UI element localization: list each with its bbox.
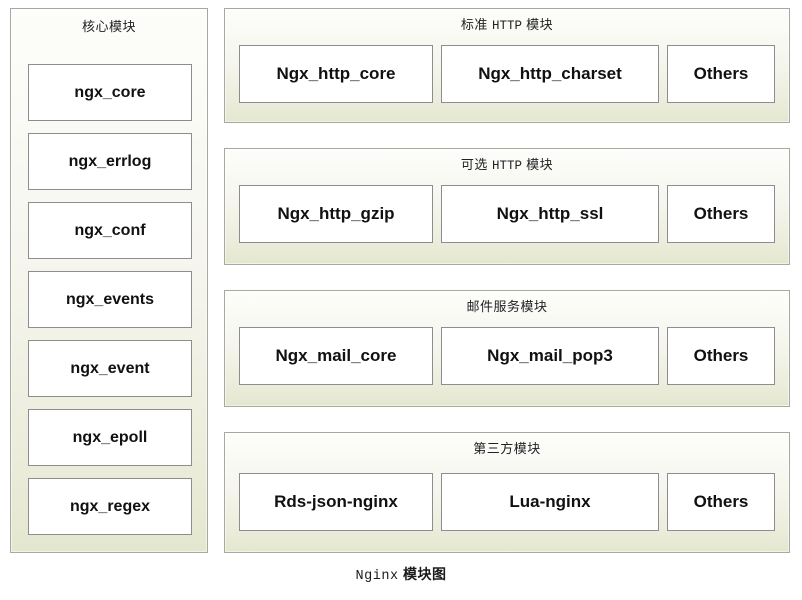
module-box[interactable]: Others [667, 45, 775, 103]
title-suffix: 模块 [526, 17, 554, 32]
title-prefix: 标准 [460, 17, 488, 32]
module-box[interactable]: Ngx_mail_core [239, 327, 433, 385]
title-mono: HTTP [491, 159, 522, 173]
title-mono: HTTP [491, 19, 522, 33]
title-prefix: 邮件服务模块 [466, 299, 548, 314]
standard-http-modules-title: 标准 HTTP 模块 [225, 17, 789, 34]
module-box[interactable]: Others [667, 327, 775, 385]
core-modules-panel: 核心模块 ngx_core ngx_errlog ngx_conf ngx_ev… [10, 8, 208, 553]
module-box[interactable]: ngx_epoll [28, 409, 192, 466]
third-party-modules-title: 第三方模块 [225, 441, 789, 458]
mail-service-modules-panel: 邮件服务模块 Ngx_mail_core Ngx_mail_pop3 Other… [224, 290, 790, 407]
module-box[interactable]: Others [667, 185, 775, 243]
module-box[interactable]: Others [667, 473, 775, 531]
module-box[interactable]: Ngx_mail_pop3 [441, 327, 659, 385]
module-box[interactable]: Ngx_http_charset [441, 45, 659, 103]
module-box[interactable]: ngx_core [28, 64, 192, 121]
module-box[interactable]: Ngx_http_gzip [239, 185, 433, 243]
module-box[interactable]: ngx_errlog [28, 133, 192, 190]
title-prefix: 第三方模块 [473, 441, 541, 456]
module-box[interactable]: ngx_conf [28, 202, 192, 259]
title-suffix: 模块 [526, 157, 554, 172]
optional-http-modules-panel: 可选 HTTP 模块 Ngx_http_gzip Ngx_http_ssl Ot… [224, 148, 790, 265]
nginx-module-diagram: 核心模块 ngx_core ngx_errlog ngx_conf ngx_ev… [0, 0, 802, 600]
module-row: Ngx_http_gzip Ngx_http_ssl Others [239, 185, 775, 243]
module-box[interactable]: Ngx_http_ssl [441, 185, 659, 243]
module-box[interactable]: Lua-nginx [441, 473, 659, 531]
third-party-modules-panel: 第三方模块 Rds-json-nginx Lua-nginx Others [224, 432, 790, 553]
core-modules-title: 核心模块 [81, 19, 136, 34]
module-box[interactable]: Ngx_http_core [239, 45, 433, 103]
caption-cjk: 模块图 [402, 566, 447, 582]
module-box[interactable]: ngx_event [28, 340, 192, 397]
diagram-caption: Nginx 模块图 [0, 564, 802, 584]
module-box[interactable]: Rds-json-nginx [239, 473, 433, 531]
core-modules-list: ngx_core ngx_errlog ngx_conf ngx_events … [28, 64, 192, 535]
module-row: Ngx_http_core Ngx_http_charset Others [239, 45, 775, 103]
mail-service-modules-title: 邮件服务模块 [225, 299, 789, 316]
standard-http-modules-panel: 标准 HTTP 模块 Ngx_http_core Ngx_http_charse… [224, 8, 790, 123]
module-row: Ngx_mail_core Ngx_mail_pop3 Others [239, 327, 775, 385]
title-prefix: 可选 [460, 157, 488, 172]
optional-http-modules-title: 可选 HTTP 模块 [225, 157, 789, 174]
module-box[interactable]: ngx_events [28, 271, 192, 328]
module-box[interactable]: ngx_regex [28, 478, 192, 535]
caption-latin: Nginx [355, 569, 399, 584]
module-row: Rds-json-nginx Lua-nginx Others [239, 473, 775, 531]
